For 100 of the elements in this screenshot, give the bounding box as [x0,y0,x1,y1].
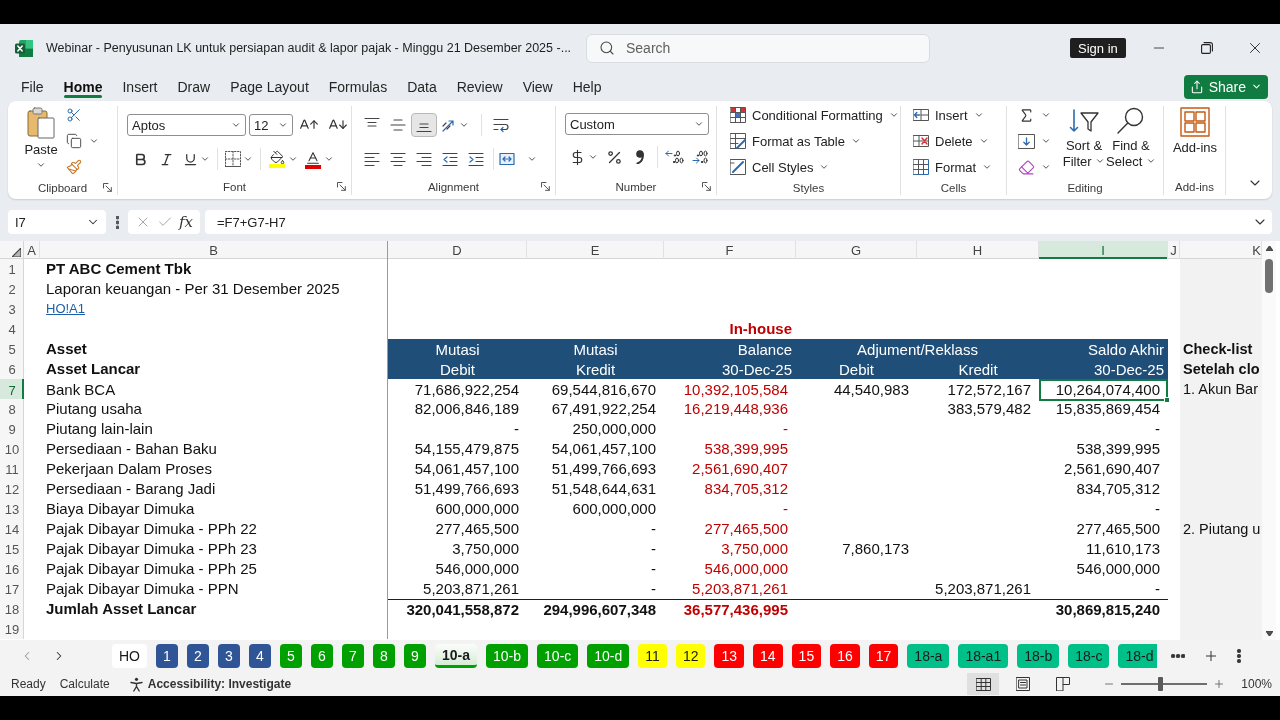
menu-tab[interactable]: Data [397,72,447,101]
menu-tab[interactable]: Draw [167,72,221,101]
cell-link[interactable]: HO!A1 [46,301,85,317]
menu-tab[interactable]: Insert [112,72,168,101]
chevron-down-icon[interactable] [982,162,993,172]
menu-tab[interactable]: Formulas [318,72,398,101]
sheet-tab[interactable]: 3 [218,644,240,668]
row-number[interactable]: 13 [0,499,24,519]
chevron-down-icon[interactable] [324,154,334,164]
menu-tab[interactable]: File [11,72,54,101]
chevron-down-icon[interactable] [694,119,704,129]
sheet-tab[interactable]: 14 [753,644,783,668]
sheet-tab[interactable]: 4 [249,644,271,668]
column-letter[interactable]: E [527,241,664,259]
middle-align-icon[interactable] [390,117,406,133]
format-button[interactable]: Format [913,154,993,180]
merge-cells-icon[interactable] [499,151,515,167]
chevron-down-icon[interactable] [231,120,241,130]
paintbrush-icon[interactable] [66,159,82,175]
sheet-tab[interactable]: HO [112,644,147,668]
menu-tab[interactable]: View [512,72,563,101]
insert-button[interactable]: Insert [913,102,993,128]
decrease-decimal-icon[interactable] [691,149,711,165]
split-page-icon[interactable] [1056,677,1071,691]
sheet-tab[interactable]: 12 [675,644,706,668]
row-number[interactable]: 1 [0,259,24,279]
paste-button[interactable]: Paste [21,102,61,170]
row-number[interactable]: 4 [0,319,24,339]
sign-in-button[interactable]: Sign in [1070,38,1126,58]
find-select-button[interactable]: Find & Select [1105,102,1157,170]
row-number[interactable]: 2 [0,279,24,299]
column-letter[interactable]: G [796,241,917,259]
chevron-down-icon[interactable] [587,152,598,162]
column-letter[interactable]: I [1039,241,1168,259]
format-table-icon[interactable] [730,133,746,149]
sheet-tab[interactable]: 11 [638,644,667,668]
zoom-in-icon[interactable] [1213,678,1226,690]
bottom-align-button[interactable] [411,113,437,137]
chevron-down-icon[interactable] [459,120,469,130]
vertical-scrollbar[interactable] [1262,241,1276,640]
select-all-icon[interactable] [12,248,21,257]
add-ins-button[interactable]: Add-ins [1167,102,1223,156]
number-format-field[interactable]: Custom [565,113,709,135]
percent-icon[interactable] [605,148,623,166]
row-number[interactable]: 10 [0,439,24,459]
clipboard-icon[interactable] [27,107,55,139]
font-name-field[interactable]: Aptos [127,114,246,136]
chevron-down-icon[interactable] [527,154,537,164]
align-right-icon[interactable] [416,151,432,167]
insert-cells-icon[interactable] [913,107,929,123]
conditional-formatting-button[interactable]: Conditional Formatting [730,102,899,128]
font-size-field[interactable]: 12 [249,114,293,136]
column-letter[interactable]: A [24,241,40,259]
chevron-down-icon[interactable] [36,160,46,170]
scroll-down-icon[interactable] [1265,631,1273,636]
sheet-tab[interactable]: 15 [791,644,822,668]
dialog-launcher-icon[interactable] [702,182,711,191]
row-number[interactable]: 11 [0,459,24,479]
conditional-formatting-icon[interactable] [730,107,746,123]
column-letter[interactable]: J [1168,241,1180,259]
row-number[interactable]: 12 [0,479,24,499]
chevron-down-icon[interactable] [288,154,298,164]
column-letter[interactable]: F [664,241,796,259]
add-sheet-icon[interactable] [1203,648,1219,664]
sheet-tab[interactable]: 16 [830,644,860,668]
person-icon[interactable] [128,676,144,692]
menu-tab[interactable]: Home [53,72,113,101]
dialog-launcher-icon[interactable] [541,182,550,191]
chevron-down-icon[interactable] [1095,156,1106,166]
dialog-launcher-icon[interactable] [103,183,112,192]
row-number[interactable]: 7 [0,379,24,401]
zoom-slider-thumb[interactable] [1157,677,1163,691]
align-center-icon[interactable] [390,151,406,167]
vertical-dots-icon[interactable] [1237,649,1241,663]
chevron-down-icon[interactable] [1041,136,1051,146]
borders-icon[interactable] [225,151,241,167]
vertical-dots-icon[interactable] [115,215,119,229]
ellipsis-icon[interactable] [1171,654,1185,658]
normal-view-button[interactable] [967,673,1000,695]
chevron-down-icon[interactable] [1145,156,1156,166]
selected-cell[interactable]: 10,264,074,400 [1039,379,1168,401]
text-orientation-icon[interactable] [441,117,457,133]
menu-tab[interactable]: Help [562,72,612,101]
chevron-down-icon[interactable] [1251,81,1262,92]
row-number[interactable]: 6 [0,359,24,379]
row-number[interactable]: 9 [0,419,24,439]
magnifier-icon[interactable] [1116,107,1146,135]
eraser-icon[interactable] [1018,158,1035,176]
grid-icon[interactable] [975,677,991,691]
row-number[interactable]: 5 [0,339,24,359]
sheet-tab[interactable]: 18-a [907,644,950,668]
chevron-down-icon[interactable] [89,136,99,146]
name-box[interactable]: I7 [8,210,106,234]
scrollbar-thumb[interactable] [1265,259,1273,293]
sheet-tab[interactable]: 18-a1 [958,644,1009,668]
chevron-down-icon[interactable] [1041,110,1051,120]
align-left-icon[interactable] [364,151,380,167]
menu-tab[interactable]: Review [446,72,513,101]
chevron-down-icon[interactable] [888,110,899,120]
chevron-down-icon[interactable] [850,136,861,146]
